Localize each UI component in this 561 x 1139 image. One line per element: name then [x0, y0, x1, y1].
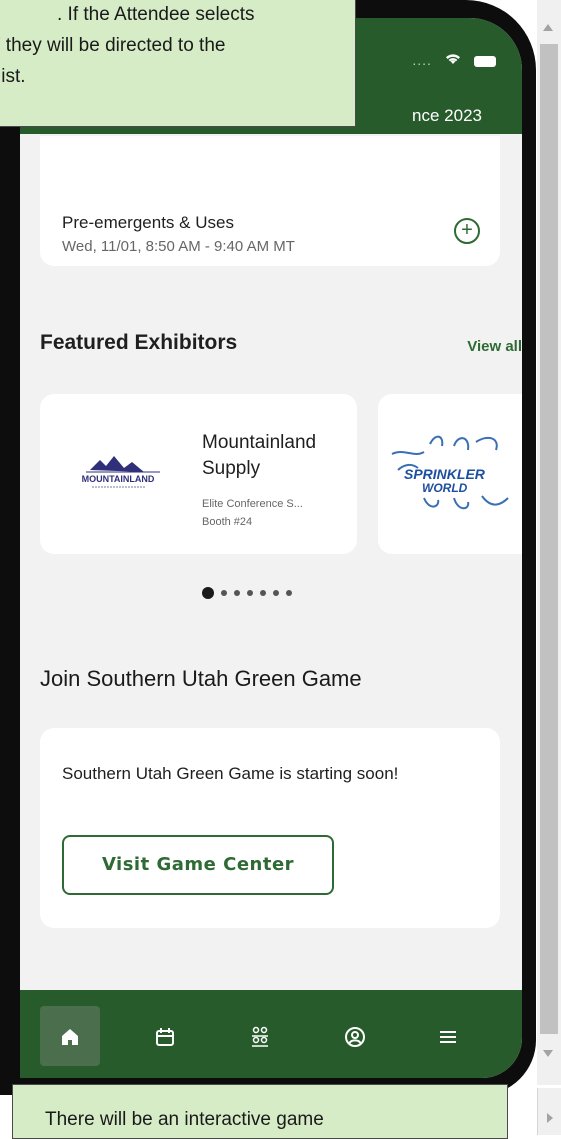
app-screen: .... nce 2023 Pre-emergents & Uses Wed, … — [20, 18, 522, 1078]
vertical-scrollbar[interactable] — [537, 0, 561, 1085]
exhibitor-name: Mountainland Supply — [202, 432, 317, 479]
scroll-thumb[interactable] — [540, 44, 558, 1034]
game-section-title: Join Southern Utah Green Game — [40, 666, 362, 691]
annotation-callout-bottom: There will be an interactive game — [12, 1084, 508, 1139]
profile-icon — [344, 1023, 366, 1048]
exhibitor-card[interactable]: SPRINKLER WORLD — [378, 394, 522, 554]
status-bar: .... — [412, 52, 496, 69]
phone-frame: .... nce 2023 Pre-emergents & Uses Wed, … — [0, 0, 536, 1095]
sprinkler-logo-text: SPRINKLER — [404, 466, 486, 482]
annotation-callout-top: . If the Attendee selects ’ they will be… — [0, 0, 356, 127]
featured-exhibitors-title: Featured Exhibitors — [40, 331, 238, 354]
wifi-icon — [445, 52, 466, 69]
carousel-dot-active[interactable] — [202, 586, 214, 599]
carousel-dot[interactable] — [221, 589, 227, 596]
session-card[interactable]: Pre-emergents & Uses Wed, 11/01, 8:50 AM… — [40, 136, 500, 266]
carousel-dot[interactable] — [234, 589, 240, 596]
home-icon — [60, 1023, 80, 1048]
tab-agenda[interactable] — [135, 1006, 195, 1066]
tab-home[interactable] — [40, 1006, 100, 1066]
battery-icon — [474, 55, 496, 67]
visit-game-center-button[interactable]: Visit Game Center — [62, 835, 334, 895]
carousel-pagination[interactable] — [202, 584, 299, 599]
tab-people[interactable] — [230, 1006, 290, 1066]
scroll-up-arrow-icon[interactable] — [543, 24, 553, 31]
exhibitor-category: Elite Conference S... — [202, 498, 303, 510]
world-logo-text: WORLD — [422, 481, 468, 495]
menu-icon — [438, 1023, 458, 1048]
mountainland-logo: MOUNTAINLAND — [68, 444, 178, 504]
carousel-dot[interactable] — [260, 589, 266, 596]
tab-profile[interactable] — [325, 1006, 385, 1066]
callout-top-line-1: . If the Attendee selects — [57, 4, 255, 25]
carousel-dot[interactable] — [247, 589, 253, 596]
bottom-tab-bar — [20, 990, 522, 1078]
sprinkler-world-logo: SPRINKLER WORLD — [384, 424, 520, 524]
game-description: Southern Utah Green Game is starting soo… — [62, 764, 399, 783]
game-card: Southern Utah Green Game is starting soo… — [40, 728, 500, 928]
header-title: nce 2023 — [412, 106, 482, 125]
exhibitor-card[interactable]: MOUNTAINLAND Mountainland Supply Elite C… — [40, 394, 357, 554]
exhibitor-booth: Booth #24 — [202, 516, 253, 528]
calendar-icon — [155, 1023, 175, 1048]
mountainland-logo-text: MOUNTAINLAND — [82, 474, 155, 484]
add-session-button[interactable]: + — [454, 218, 480, 244]
scroll-down-arrow-icon[interactable] — [543, 1050, 553, 1057]
tab-menu[interactable] — [418, 1006, 478, 1066]
carousel-dot[interactable] — [286, 589, 292, 596]
people-icon — [250, 1023, 270, 1048]
carousel-dot[interactable] — [273, 589, 279, 596]
scroll-right-arrow-icon[interactable] — [547, 1113, 553, 1123]
session-title: Pre-emergents & Uses — [62, 213, 234, 232]
callout-top-line-2: ’ they will be directed to the — [0, 35, 226, 56]
session-time: Wed, 11/01, 8:50 AM - 9:40 AM MT — [62, 238, 295, 255]
signal-dots: .... — [412, 52, 432, 68]
callout-top-line-3: list. — [0, 66, 26, 87]
view-all-link[interactable]: View all — [467, 338, 522, 355]
scroll-corner — [537, 1088, 561, 1135]
